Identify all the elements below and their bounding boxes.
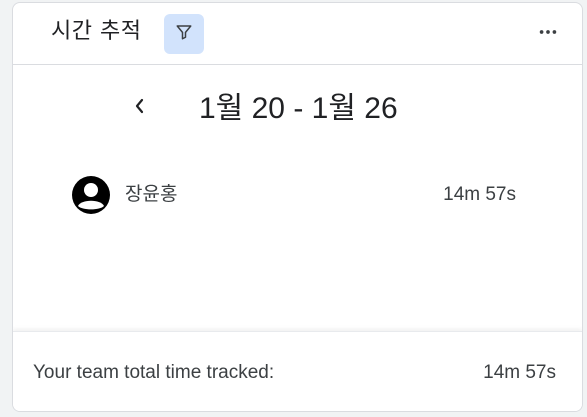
team-total-time: 14m 57s bbox=[483, 362, 556, 383]
team-total-footer: Your team total time tracked: 14m 57s bbox=[13, 331, 582, 411]
chevron-left-icon bbox=[133, 97, 147, 119]
member-name: 장윤홍 bbox=[125, 183, 178, 205]
time-tracking-card: 시간 추적 1월 20 - 1월 26 장윤홍 14m 57s Your tea… bbox=[12, 2, 583, 412]
card-title: 시간 추적 bbox=[51, 19, 142, 44]
more-options-button[interactable] bbox=[532, 18, 564, 50]
previous-week-button[interactable] bbox=[127, 93, 153, 123]
card-header: 시간 추적 bbox=[13, 3, 582, 65]
date-range-navigator: 1월 20 - 1월 26 bbox=[13, 65, 582, 155]
member-time-tracked: 14m 57s bbox=[443, 184, 516, 205]
member-row[interactable]: 장윤홍 14m 57s bbox=[13, 173, 582, 219]
more-horizontal-icon bbox=[537, 21, 559, 47]
filter-button[interactable] bbox=[164, 14, 204, 54]
filter-icon bbox=[175, 23, 193, 45]
account-circle-icon bbox=[71, 175, 111, 215]
team-total-label: Your team total time tracked: bbox=[33, 362, 275, 383]
date-range-label: 1월 20 - 1월 26 bbox=[199, 92, 398, 125]
